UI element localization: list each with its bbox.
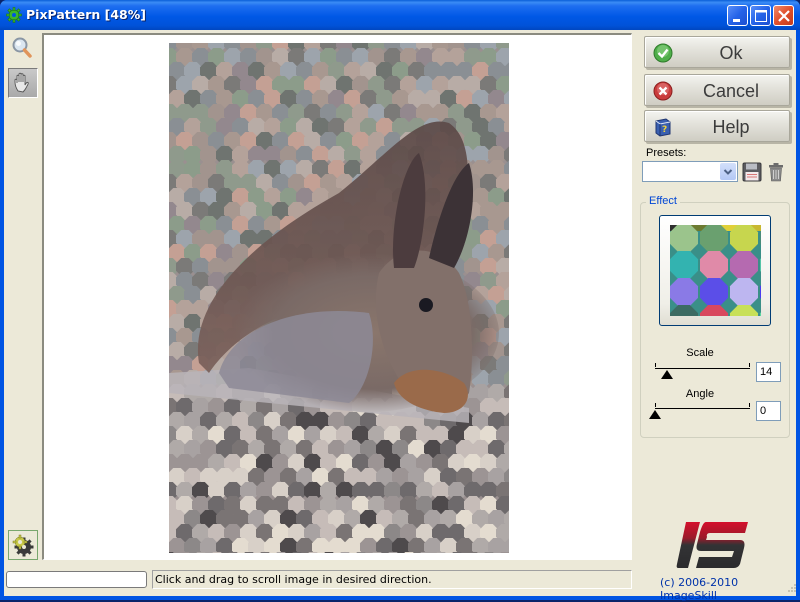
pattern-cell xyxy=(730,278,758,306)
pattern-cell xyxy=(730,251,758,279)
image-canvas[interactable] xyxy=(42,33,632,560)
cancel-x-icon xyxy=(653,81,673,101)
hand-tool-button[interactable] xyxy=(8,68,38,98)
hand-icon xyxy=(14,72,29,93)
scale-label: Scale xyxy=(686,347,714,359)
help-button[interactable]: ? Help xyxy=(644,110,790,142)
pattern-cell xyxy=(670,278,698,306)
scale-slider-thumb[interactable] xyxy=(661,370,674,379)
angle-label: Angle xyxy=(685,388,715,400)
pattern-cell xyxy=(730,225,758,252)
maximize-button[interactable] xyxy=(750,5,771,26)
presets-label: Presets: xyxy=(646,147,687,159)
scale-value-input[interactable]: 14 xyxy=(756,362,781,382)
pattern-cell xyxy=(670,251,698,279)
ok-button[interactable]: Ok xyxy=(644,36,790,68)
pattern-cell xyxy=(700,225,728,252)
angle-slider-thumb[interactable] xyxy=(649,410,661,419)
pattern-cell xyxy=(700,251,728,279)
presets-dropdown[interactable] xyxy=(642,161,738,182)
chevron-down-icon xyxy=(723,169,733,175)
ok-label: Ok xyxy=(719,43,743,63)
title-bar[interactable]: PixPattern [48%] xyxy=(0,0,800,30)
effect-legend: Effect xyxy=(646,195,680,207)
effect-pattern-button[interactable] xyxy=(659,215,771,326)
close-button[interactable] xyxy=(773,5,794,26)
pattern-cell xyxy=(700,278,728,306)
save-preset-icon[interactable] xyxy=(742,162,762,182)
cancel-button[interactable]: Cancel xyxy=(644,74,790,106)
copyright-text: (c) 2006-2010 ImageSkill xyxy=(660,576,739,602)
pattern-thumbnail xyxy=(670,225,761,316)
window-title: PixPattern [48%] xyxy=(26,7,146,22)
resize-grip-icon[interactable] xyxy=(787,583,797,593)
status-message: Click and drag to scroll image in desire… xyxy=(152,570,632,589)
app-gear-icon xyxy=(6,7,22,23)
minimize-button[interactable] xyxy=(727,5,748,26)
preview-image[interactable] xyxy=(169,43,509,553)
scale-slider-track[interactable] xyxy=(655,363,750,369)
maximize-icon xyxy=(755,10,767,22)
close-icon xyxy=(778,10,790,22)
zoom-tool-icon[interactable] xyxy=(11,36,33,60)
help-label: Help xyxy=(712,117,750,137)
minimize-icon xyxy=(733,19,740,22)
help-book-icon: ? xyxy=(655,118,671,137)
settings-gear-icon xyxy=(12,534,34,557)
svg-text:?: ? xyxy=(662,125,667,135)
settings-button[interactable] xyxy=(8,530,38,560)
client-area: Ok Cancel ? Help Presets: Effect Scale 1… xyxy=(4,30,797,602)
cancel-label: Cancel xyxy=(702,81,760,101)
imageskill-logo xyxy=(676,522,748,568)
angle-slider-track[interactable] xyxy=(655,403,750,409)
pattern-cell xyxy=(670,225,698,252)
checkmark-icon xyxy=(653,43,673,63)
dropdown-arrow-button[interactable] xyxy=(720,163,736,180)
progress-field xyxy=(6,571,147,588)
app-window: PixPattern [48%] Ok Cancel ? Help Preset… xyxy=(0,0,800,602)
angle-value-input[interactable]: 0 xyxy=(756,401,781,421)
squirrel-eye xyxy=(419,298,433,312)
delete-preset-icon[interactable] xyxy=(768,162,784,182)
